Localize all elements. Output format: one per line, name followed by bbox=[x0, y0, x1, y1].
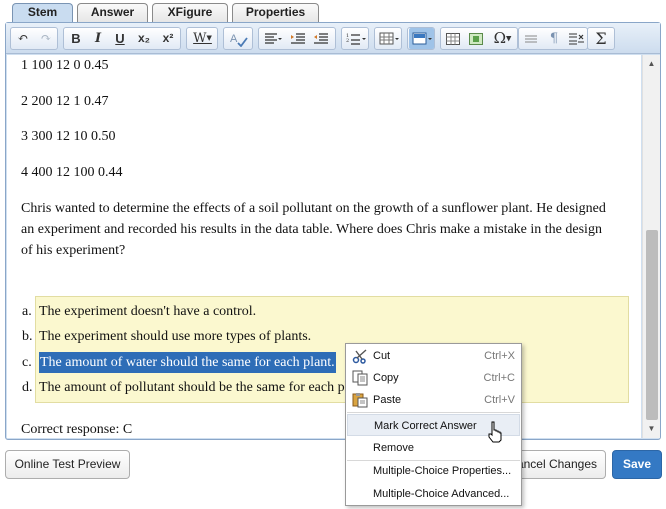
choice-a[interactable]: a. The experiment doesn't have a control… bbox=[22, 301, 628, 322]
numbered-list-icon: 12 bbox=[343, 28, 368, 49]
align-left-icon[interactable] bbox=[260, 28, 286, 49]
data-line-2: 2 200 12 1 0.47 bbox=[21, 94, 109, 109]
redo-button[interactable]: ↷ bbox=[35, 28, 57, 49]
equation-group: Σ bbox=[587, 27, 615, 50]
underline-button[interactable]: U bbox=[109, 28, 131, 49]
svg-text:2: 2 bbox=[346, 38, 349, 44]
data-line-1: 1 100 12 0 0.45 bbox=[21, 58, 109, 73]
tab-xfigure[interactable]: XFigure bbox=[152, 3, 228, 22]
tab-answer[interactable]: Answer bbox=[77, 3, 148, 22]
menu-label: Multiple-Choice Properties... bbox=[373, 465, 512, 477]
paste-icon bbox=[352, 392, 368, 408]
choice-text: The amount of pollutant should be the sa… bbox=[39, 380, 349, 395]
choice-text: The experiment doesn't have a control. bbox=[39, 304, 257, 319]
data-line-3: 3 300 12 10 0.50 bbox=[21, 129, 116, 144]
menu-label: Mark Correct Answer bbox=[374, 420, 477, 432]
tab-stem[interactable]: Stem bbox=[12, 3, 73, 23]
menu-item-mc-advanced[interactable]: Multiple-Choice Advanced... bbox=[347, 483, 520, 505]
page-break-icon[interactable] bbox=[565, 28, 587, 49]
outdent-icon[interactable] bbox=[310, 28, 332, 49]
choice-text: The experiment should use more types of … bbox=[39, 329, 312, 344]
menu-shortcut: Ctrl+V bbox=[484, 394, 515, 406]
menu-item-copy[interactable]: Copy Ctrl+C bbox=[347, 367, 520, 389]
indent-icon[interactable] bbox=[287, 28, 309, 49]
table-icon bbox=[376, 28, 401, 49]
menu-item-paste[interactable]: Paste Ctrl+V bbox=[347, 389, 520, 411]
menu-label: Multiple-Choice Advanced... bbox=[373, 488, 510, 500]
correct-response: Correct response: C bbox=[21, 422, 133, 437]
choice-c[interactable]: c. The amount of water should the same f… bbox=[22, 352, 628, 373]
menu-item-cut[interactable]: Cut Ctrl+X bbox=[347, 345, 520, 367]
menu-label: Cut bbox=[373, 350, 391, 362]
scroll-thumb[interactable] bbox=[646, 230, 658, 420]
grid-icon[interactable] bbox=[442, 28, 464, 49]
save-button[interactable]: Save bbox=[612, 450, 662, 479]
multiple-choice-icon bbox=[409, 28, 434, 49]
choice-b[interactable]: b. The experiment should use more types … bbox=[22, 326, 628, 347]
misc-group: ¶ bbox=[518, 27, 588, 50]
bold-button[interactable]: B bbox=[65, 28, 87, 49]
editor-frame: ↶ ↷ B I U x₂ x² W▼ A 1 2 Ω▼ ¶ Σ 1 100 12… bbox=[5, 22, 661, 440]
superscript-button[interactable]: x² bbox=[157, 28, 179, 49]
choice-letter: b. bbox=[22, 329, 33, 344]
menu-separator bbox=[347, 412, 520, 413]
data-line-4: 4 400 12 100 0.44 bbox=[21, 165, 123, 180]
numbered-list-dropdown[interactable]: 12 bbox=[341, 27, 369, 50]
question-line-1: Chris wanted to determine the effects of… bbox=[21, 201, 606, 216]
choice-text-selected: The amount of water should the same for … bbox=[39, 352, 336, 373]
omega-icon[interactable]: Ω▼ bbox=[488, 28, 517, 49]
spellcheck-dropdown[interactable]: A bbox=[223, 27, 253, 50]
choice-d[interactable]: d. The amount of pollutant should be the… bbox=[22, 377, 628, 398]
undo-button[interactable]: ↶ bbox=[12, 28, 34, 49]
question-line-3: of his experiment? bbox=[21, 243, 126, 258]
tab-properties[interactable]: Properties bbox=[232, 3, 319, 22]
online-test-preview-button[interactable]: Online Test Preview bbox=[5, 450, 130, 479]
copy-icon bbox=[352, 370, 368, 386]
insert-table-dropdown[interactable] bbox=[374, 27, 402, 50]
question-line-2: an experiment and recorded his results i… bbox=[21, 222, 602, 237]
answer-choices[interactable]: a. The experiment doesn't have a control… bbox=[22, 296, 629, 403]
pilcrow-icon[interactable]: ¶ bbox=[543, 28, 565, 49]
insert-group: Ω▼ bbox=[440, 27, 518, 50]
menu-label: Copy bbox=[373, 372, 399, 384]
scissors-icon bbox=[352, 348, 368, 364]
italic-button[interactable]: I bbox=[87, 28, 109, 49]
horizontal-rule-icon[interactable] bbox=[520, 28, 542, 49]
choice-letter: d. bbox=[22, 380, 33, 395]
sigma-icon[interactable]: Σ bbox=[590, 28, 612, 49]
image-icon[interactable] bbox=[465, 28, 487, 49]
multiple-choice-dropdown[interactable] bbox=[407, 27, 435, 50]
editor-toolbar: ↶ ↷ B I U x₂ x² W▼ A 1 2 Ω▼ ¶ Σ bbox=[6, 23, 660, 54]
menu-shortcut: Ctrl+X bbox=[484, 350, 515, 362]
choice-letter: c. bbox=[22, 355, 32, 370]
menu-label: Paste bbox=[373, 394, 402, 406]
hand-cursor-icon bbox=[488, 421, 502, 443]
choice-letter: a. bbox=[22, 304, 32, 319]
subscript-button[interactable]: x₂ bbox=[133, 28, 155, 49]
font-style-icon: W▼ bbox=[193, 31, 212, 46]
vertical-scrollbar[interactable]: ▲ ▼ bbox=[642, 55, 660, 438]
menu-item-mc-properties[interactable]: Multiple-Choice Properties... bbox=[347, 460, 520, 482]
history-group: ↶ ↷ bbox=[10, 27, 58, 50]
scroll-up-icon[interactable]: ▲ bbox=[643, 55, 660, 72]
scroll-down-icon[interactable]: ▼ bbox=[643, 420, 660, 437]
svg-text:A: A bbox=[230, 33, 238, 45]
editor-content[interactable]: 1 100 12 0 0.45 2 200 12 1 0.47 3 300 12… bbox=[7, 55, 641, 438]
align-group bbox=[258, 27, 336, 50]
font-dropdown[interactable]: W▼ bbox=[186, 27, 218, 50]
spellcheck-icon: A bbox=[225, 28, 252, 49]
menu-shortcut: Ctrl+C bbox=[483, 372, 515, 384]
menu-label: Remove bbox=[373, 442, 414, 454]
format-group: B I U x₂ x² bbox=[63, 27, 181, 50]
